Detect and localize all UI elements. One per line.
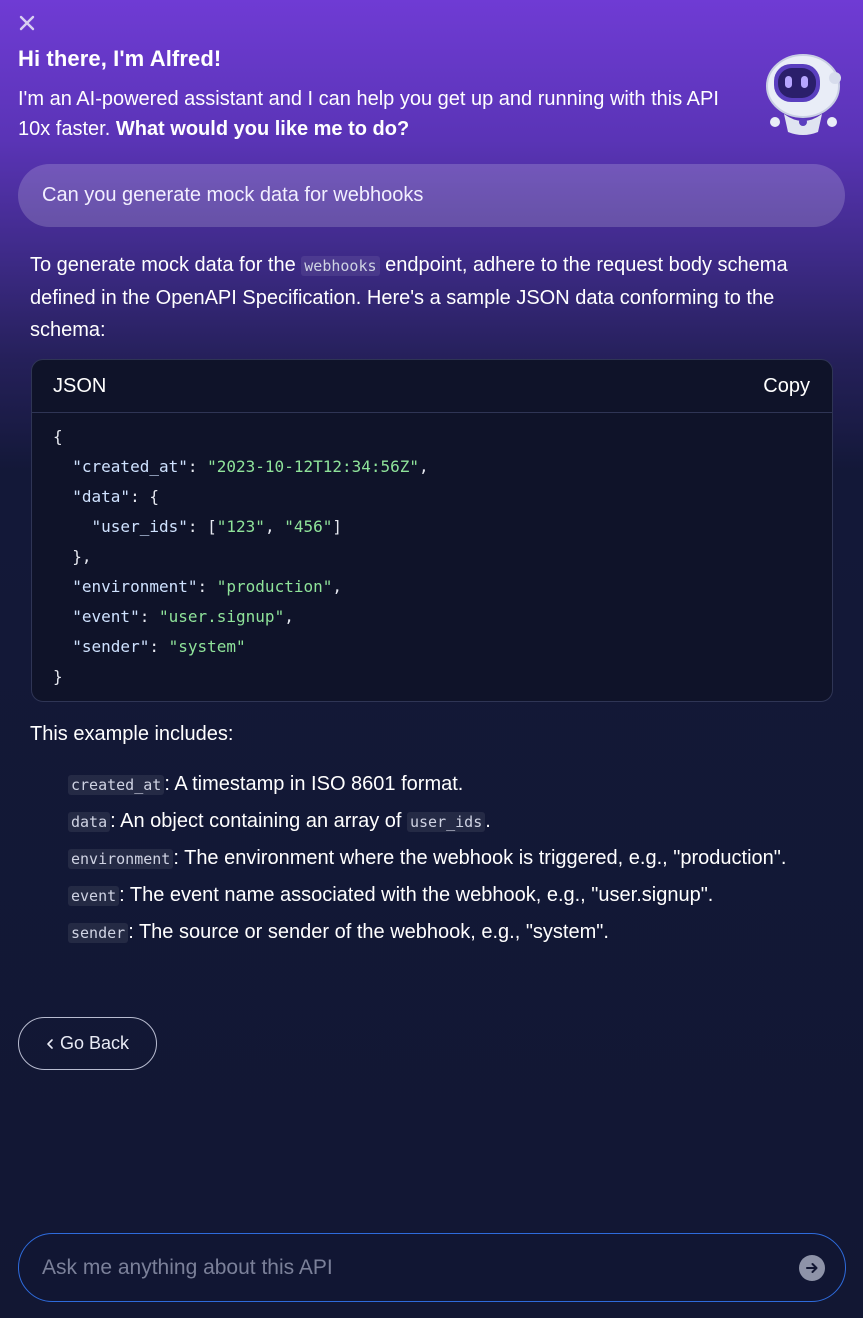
robot-avatar-icon [766, 54, 841, 135]
list-item-text: : A timestamp in ISO 8601 format. [164, 773, 464, 795]
go-back-button[interactable]: Go Back [18, 1017, 157, 1070]
list-item-text: : The environment where the webhook is t… [173, 847, 787, 869]
arrow-right-icon [806, 1262, 818, 1273]
list-item-text: : The event name associated with the web… [119, 884, 714, 906]
json-code-block: JSON Copy { "created_at": "2023-10-12T12… [31, 359, 833, 702]
list-item: data: An object containing an array of u… [68, 803, 838, 840]
code-key-user-ids: "user_ids" [91, 517, 188, 536]
inline-code: sender [68, 923, 129, 943]
user-message-text: Can you generate mock data for webhooks [42, 184, 424, 206]
answer-intro: To generate mock data for the webhooks e… [30, 249, 830, 346]
close-button[interactable] [17, 12, 37, 34]
list-item: sender: The source or sender of the webh… [68, 914, 838, 951]
code-value-created-at: "2023-10-12T12:34:56Z" [207, 457, 420, 476]
code-value-sender: "system" [168, 637, 246, 656]
greeting-question: What would you like me to do? [115, 118, 410, 140]
code-value-environment: "production" [216, 577, 333, 596]
chat-input-bar [18, 1233, 846, 1302]
code-key-data: "data" [72, 487, 131, 506]
inline-code: data [68, 812, 111, 832]
includes-list: created_at: A timestamp in ISO 8601 form… [68, 766, 838, 951]
greeting-title: Hi there, I'm Alfred! [18, 46, 222, 71]
inline-code: user_ids [406, 812, 486, 832]
includes-title: This example includes: [30, 723, 234, 745]
inline-code: event [68, 886, 120, 906]
code-value-user-id-2: "456" [284, 517, 333, 536]
send-button[interactable] [799, 1254, 825, 1281]
list-item: created_at: A timestamp in ISO 8601 form… [68, 766, 838, 803]
code-key-event: "event" [72, 607, 140, 626]
copy-button[interactable]: Copy [763, 375, 810, 398]
chat-input[interactable] [40, 1254, 799, 1281]
code-language-label: JSON [53, 374, 107, 397]
code-key-created-at: "created_at" [72, 457, 188, 476]
list-item-text: : An object containing an array of [110, 810, 407, 832]
code-close-brace: } [53, 667, 63, 686]
list-item-text: : The source or sender of the webhook, e… [128, 921, 609, 943]
list-item-text: . [485, 810, 491, 832]
go-back-label: Go Back [59, 1033, 130, 1053]
code-value-event: "user.signup" [158, 607, 285, 626]
inline-code-webhooks: webhooks [301, 256, 380, 276]
greeting-text: I'm an AI-powered assistant and I can he… [18, 84, 738, 144]
list-item: environment: The environment where the w… [68, 840, 838, 877]
user-message-bubble: Can you generate mock data for webhooks [18, 164, 845, 227]
chevron-left-icon [47, 1038, 53, 1049]
answer-intro-prefix: To generate mock data for the [30, 254, 302, 276]
code-value-user-id-1: "123" [216, 517, 265, 536]
inline-code: created_at [68, 775, 165, 795]
inline-code: environment [68, 849, 174, 869]
json-code-content: { "created_at": "2023-10-12T12:34:56Z", … [53, 427, 429, 686]
code-key-sender: "sender" [72, 637, 150, 656]
code-open-brace: { [53, 427, 63, 446]
code-block-header: JSON Copy [32, 360, 832, 413]
code-key-environment: "environment" [72, 577, 198, 596]
list-item: event: The event name associated with th… [68, 877, 838, 914]
close-icon [19, 15, 35, 31]
